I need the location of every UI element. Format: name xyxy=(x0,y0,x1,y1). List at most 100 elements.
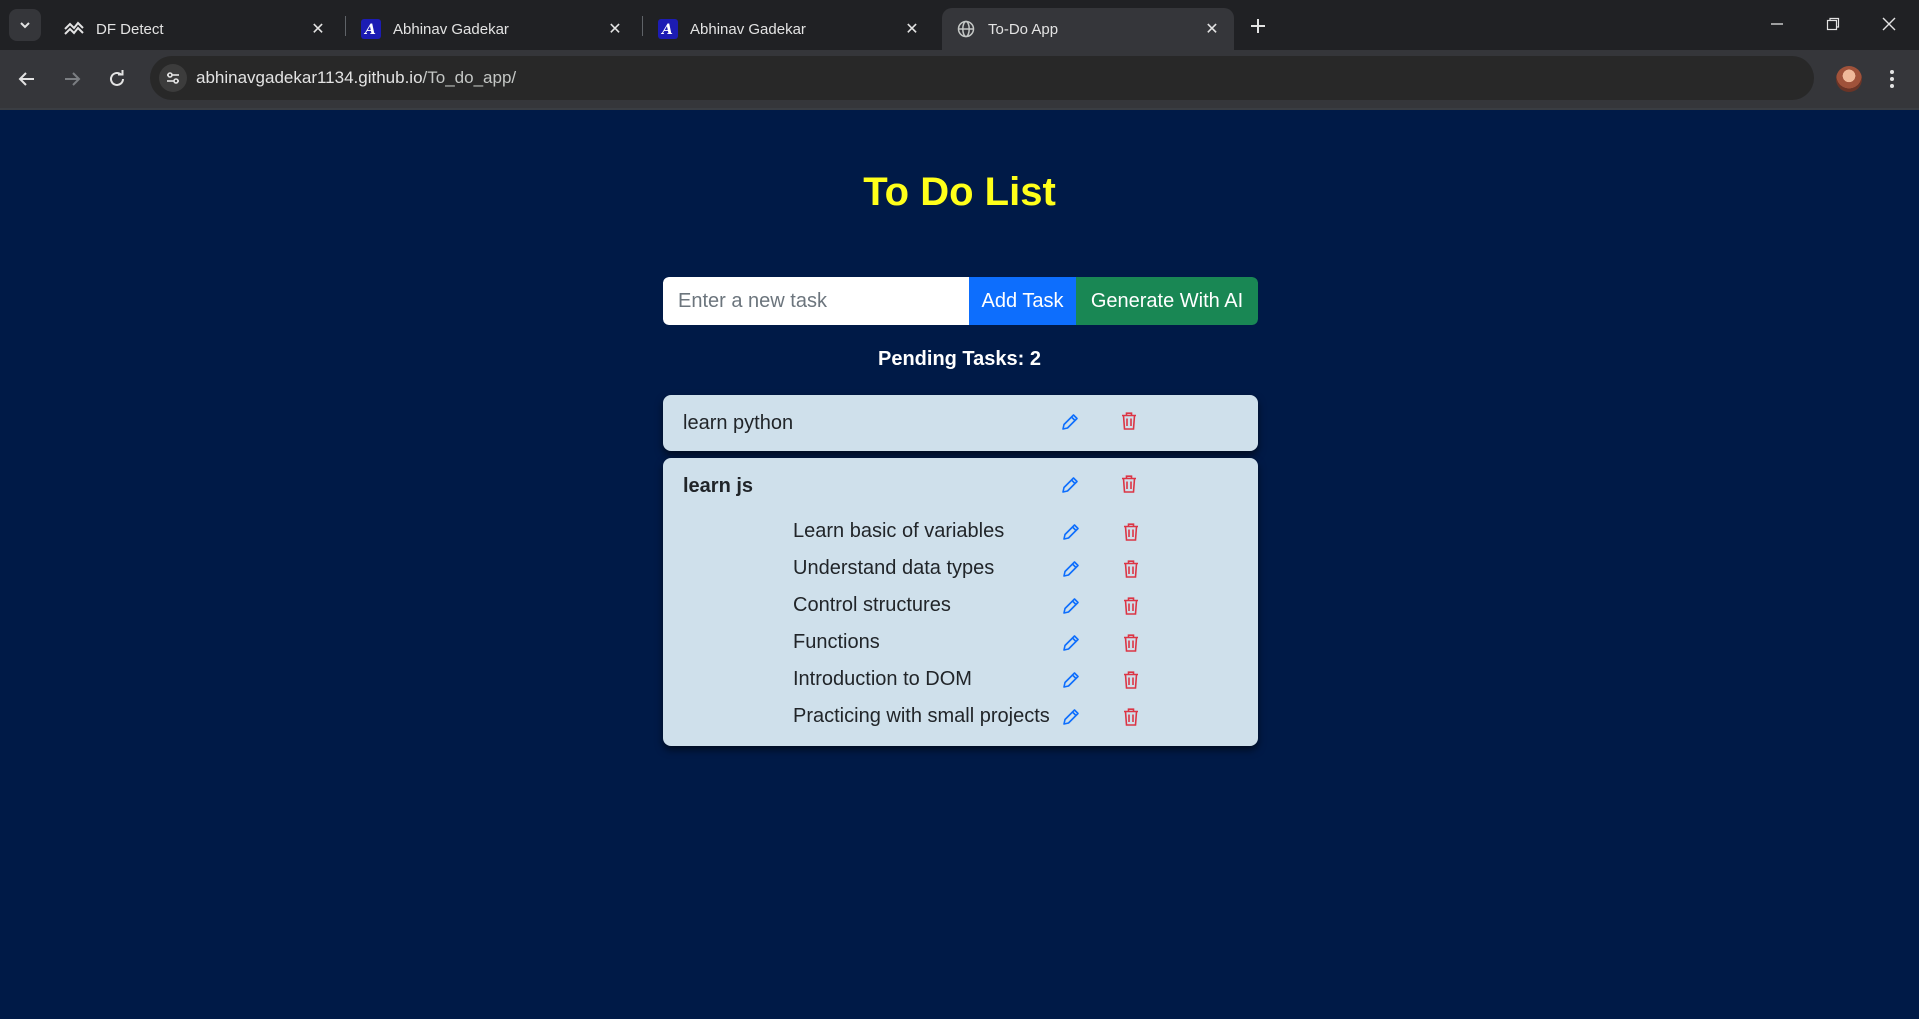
edit-subtask-button[interactable] xyxy=(1058,519,1084,545)
url-host: abhinavgadekar1134.github.io xyxy=(196,68,423,87)
pencil-icon xyxy=(1063,672,1079,688)
forward-button[interactable] xyxy=(55,62,89,96)
reload-icon xyxy=(110,70,124,86)
site-info-button[interactable] xyxy=(159,64,187,92)
tab-title: Abhinav Gadekar xyxy=(393,20,509,38)
tab-df-detect[interactable]: DF Detect ✕ xyxy=(50,8,340,50)
address-bar[interactable]: abhinavgadekar1134.github.io/To_do_app/ xyxy=(150,56,1814,100)
tab-close-icon[interactable]: ✕ xyxy=(1200,17,1224,41)
portfolio-favicon-icon: A xyxy=(361,19,381,39)
globe-icon xyxy=(956,19,976,39)
close-icon xyxy=(1882,17,1896,31)
delete-subtask-button[interactable] xyxy=(1118,556,1144,582)
delete-subtask-button[interactable] xyxy=(1118,630,1144,656)
chevron-down-icon xyxy=(20,22,30,29)
browser-toolbar: abhinavgadekar1134.github.io/To_do_app/ xyxy=(0,50,1919,108)
trash-icon xyxy=(1124,634,1138,652)
plus-icon xyxy=(1251,19,1265,33)
profile-avatar[interactable] xyxy=(1836,66,1862,92)
tab-search-button[interactable] xyxy=(9,9,41,41)
page-title: To Do List xyxy=(863,170,1056,214)
delete-subtask-button[interactable] xyxy=(1118,593,1144,619)
task-card: learn js Learn basic of variables Unders… xyxy=(663,458,1258,746)
restore-button[interactable] xyxy=(1810,8,1856,40)
edit-subtask-button[interactable] xyxy=(1058,593,1084,619)
edit-task-button[interactable] xyxy=(1057,409,1083,435)
subtask-item: Introduction to DOM xyxy=(793,662,1183,699)
subtask-item: Functions xyxy=(793,625,1183,662)
edit-subtask-button[interactable] xyxy=(1058,704,1084,730)
edit-subtask-button[interactable] xyxy=(1058,667,1084,693)
subtask-item: Control structures xyxy=(793,588,1183,625)
svg-text:A: A xyxy=(660,22,673,38)
restore-icon xyxy=(1826,17,1840,31)
edit-subtask-button[interactable] xyxy=(1058,630,1084,656)
tab-close-icon[interactable]: ✕ xyxy=(603,17,627,41)
pencil-icon xyxy=(1063,598,1079,614)
subtask-item: Practicing with small projects xyxy=(793,699,1183,736)
browser-menu-button[interactable] xyxy=(1880,64,1904,94)
pencil-icon xyxy=(1063,709,1079,725)
delete-subtask-button[interactable] xyxy=(1118,667,1144,693)
subtask-text: Functions xyxy=(793,631,880,653)
task-card: learn python xyxy=(663,395,1258,451)
browser-tab-strip: DF Detect ✕ A Abhinav Gadekar ✕ A Abhina… xyxy=(0,0,1919,50)
trash-icon xyxy=(1122,475,1136,493)
trash-icon xyxy=(1122,412,1136,430)
subtask-item: Learn basic of variables xyxy=(793,514,1183,551)
url-text: abhinavgadekar1134.github.io/To_do_app/ xyxy=(196,68,516,88)
task-text: learn python xyxy=(683,412,794,434)
edit-subtask-button[interactable] xyxy=(1058,556,1084,582)
tab-to-do-app[interactable]: To-Do App ✕ xyxy=(942,8,1234,50)
minimize-button[interactable] xyxy=(1754,8,1800,40)
tab-abhinav-gadekar-1[interactable]: A Abhinav Gadekar ✕ xyxy=(347,8,637,50)
tab-separator xyxy=(642,16,643,36)
pending-tasks-count: Pending Tasks: 2 xyxy=(877,348,1041,370)
delete-task-button[interactable] xyxy=(1116,471,1142,497)
portfolio-favicon-icon: A xyxy=(658,19,678,39)
subtask-text: Practicing with small projects xyxy=(793,705,1050,727)
trash-icon xyxy=(1124,597,1138,615)
close-window-button[interactable] xyxy=(1866,8,1912,40)
minimize-icon xyxy=(1771,23,1783,25)
trash-icon xyxy=(1124,708,1138,726)
new-tab-button[interactable] xyxy=(1244,12,1272,40)
add-task-button[interactable]: Add Task xyxy=(969,277,1076,325)
delete-subtask-button[interactable] xyxy=(1118,519,1144,545)
subtask-text: Learn basic of variables xyxy=(793,520,1005,542)
trash-icon xyxy=(1124,671,1138,689)
generate-with-ai-button[interactable]: Generate With AI xyxy=(1076,277,1258,325)
subtask-item: Understand data types xyxy=(793,551,1183,588)
edit-task-button[interactable] xyxy=(1057,472,1083,498)
trash-icon xyxy=(1124,523,1138,541)
subtask-text: Introduction to DOM xyxy=(793,668,972,690)
reload-button[interactable] xyxy=(100,62,134,96)
task-input[interactable] xyxy=(663,277,969,325)
trash-icon xyxy=(1124,560,1138,578)
chrome-divider xyxy=(0,108,1919,110)
subtask-text: Understand data types xyxy=(793,557,995,579)
tab-abhinav-gadekar-2[interactable]: A Abhinav Gadekar ✕ xyxy=(644,8,934,50)
svg-text:A: A xyxy=(363,22,376,38)
tab-close-icon[interactable]: ✕ xyxy=(900,17,924,41)
tune-icon xyxy=(167,72,179,84)
new-task-form: Add Task Generate With AI xyxy=(663,277,1258,325)
tab-separator xyxy=(345,16,346,36)
arrow-left-icon xyxy=(18,72,34,86)
df-detect-favicon-icon xyxy=(64,19,84,39)
more-vert-icon xyxy=(1890,70,1894,88)
pencil-icon xyxy=(1063,561,1079,577)
task-text: learn js xyxy=(683,475,754,497)
tab-title: To-Do App xyxy=(988,20,1059,38)
delete-subtask-button[interactable] xyxy=(1118,704,1144,730)
pencil-icon xyxy=(1062,414,1078,430)
subtask-text: Control structures xyxy=(793,594,951,616)
tab-close-icon[interactable]: ✕ xyxy=(306,17,330,41)
delete-task-button[interactable] xyxy=(1116,408,1142,434)
pencil-icon xyxy=(1063,524,1079,540)
tab-title: Abhinav Gadekar xyxy=(690,20,806,38)
url-path: /To_do_app/ xyxy=(422,68,517,87)
back-button[interactable] xyxy=(10,62,44,96)
pencil-icon xyxy=(1062,477,1078,493)
arrow-right-icon xyxy=(65,72,81,86)
